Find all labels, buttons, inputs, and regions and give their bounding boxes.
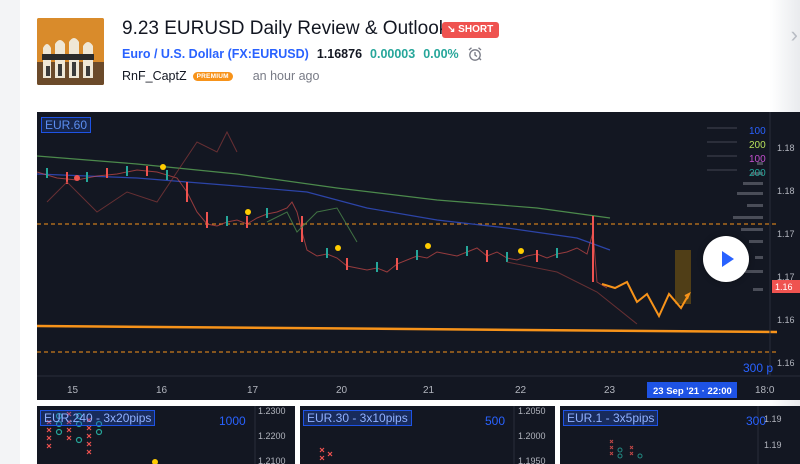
- author-row: RnF_CaptZ PREMIUM an hour ago: [122, 69, 319, 83]
- mini-tick: 1.19: [764, 414, 782, 424]
- legend-ma-200: 200: [749, 140, 766, 151]
- short-badge: ↘ SHORT: [442, 22, 500, 38]
- chart-symbol-tag: EUR.60: [41, 117, 92, 133]
- post-time: an hour ago: [252, 69, 320, 83]
- alarm-clock-icon[interactable]: [467, 46, 483, 62]
- idea-header: 9.23 EURUSD Daily Review & Outlook ↘ SHO…: [37, 18, 767, 98]
- last-price-label: 1.16: [775, 282, 793, 292]
- date-badge-label: 23 Sep '21 · 22:00: [653, 386, 732, 397]
- projection-lines-green: [266, 207, 358, 243]
- premium-badge: PREMIUM: [192, 71, 233, 81]
- idea-title: 9.23 EURUSD Daily Review & Outlook: [122, 18, 449, 39]
- x-tick: 23: [604, 385, 616, 396]
- author-name[interactable]: RnF_CaptZ: [122, 69, 187, 83]
- mini-chart-tag: EUR.30 - 3x10pips: [303, 410, 412, 426]
- signal-dots: [160, 164, 524, 254]
- pips-label: 300 p: [743, 361, 773, 375]
- mini-tick: 1.2200: [258, 431, 286, 441]
- mini-tick: 1.2300: [258, 406, 286, 416]
- author-avatar[interactable]: [37, 18, 104, 85]
- ma-200-line: [37, 155, 611, 219]
- mini-box-size: 500: [485, 414, 506, 428]
- legend-ma-100b: 100: [749, 154, 766, 165]
- mini-chart-tag: EUR.240 - 3x20pips: [40, 410, 156, 426]
- play-icon: [722, 251, 734, 267]
- price-tick: 1.18: [777, 143, 795, 153]
- x-tick: 15: [67, 385, 79, 396]
- price-tick: 1.16: [777, 315, 795, 325]
- mini-chart-240[interactable]: EUR.240 - 3x20pips 1000 1.2300 1.2200 1.…: [37, 406, 295, 464]
- legend-ma-200b: 200: [749, 168, 766, 179]
- trendline: [37, 324, 778, 334]
- projection-lines-down: [506, 261, 638, 325]
- mini-tick: 1.2000: [518, 431, 546, 441]
- projection-lines: [46, 130, 238, 213]
- symbol-row: Euro / U.S. Dollar (FX:EURUSD) 1.16876 0…: [122, 46, 483, 62]
- x-tick: 18:0: [755, 385, 775, 396]
- play-button[interactable]: [703, 236, 749, 282]
- price-change: 0.00003: [370, 47, 416, 61]
- left-gutter: [0, 0, 20, 464]
- x-tick: 22: [515, 385, 527, 396]
- mini-chart-1[interactable]: EUR.1 - 3x5pips 300 1.19 1.19: [560, 406, 800, 464]
- x-tick: 20: [336, 385, 348, 396]
- mini-tick: 1.19: [764, 440, 782, 450]
- arrow-down-right-icon: ↘: [447, 24, 456, 35]
- price-tick: 1.17: [777, 229, 795, 239]
- last-price: 1.16876: [316, 47, 363, 61]
- idea-page: › 9.23 EURUSD Daily Review & Outlook ↘ S…: [0, 0, 800, 464]
- main-chart[interactable]: 100 200 100 200 1.18 1.18 1.17 1.17 1.16…: [37, 112, 800, 400]
- mini-tick: 1.1950: [518, 456, 546, 464]
- ma-100-line: [37, 173, 611, 251]
- signal-dot-red: [74, 175, 80, 181]
- price-tick: 1.16: [777, 358, 795, 368]
- x-tick: 16: [156, 385, 168, 396]
- mini-chart-30[interactable]: EUR.30 - 3x10pips 500 1.2050 1.2000 1.19…: [300, 406, 555, 464]
- mini-chart-tag: EUR.1 - 3x5pips: [563, 410, 659, 426]
- candles: [37, 166, 608, 289]
- chart-canvas: 100 200 100 200 1.18 1.18 1.17 1.17 1.16…: [37, 112, 800, 398]
- mini-tick: 1.2050: [518, 406, 546, 416]
- legend-ma-100: 100: [749, 126, 766, 137]
- price-tick: 1.18: [777, 186, 795, 196]
- price-change-pct: 0.00%: [423, 47, 459, 61]
- x-tick: 21: [423, 385, 435, 396]
- mini-tick: 1.2100: [258, 456, 286, 464]
- close-icon[interactable]: ›: [791, 22, 798, 48]
- x-tick: 17: [247, 385, 259, 396]
- symbol-link[interactable]: Euro / U.S. Dollar (FX:EURUSD): [122, 47, 309, 61]
- mini-box-size: 1000: [219, 414, 246, 428]
